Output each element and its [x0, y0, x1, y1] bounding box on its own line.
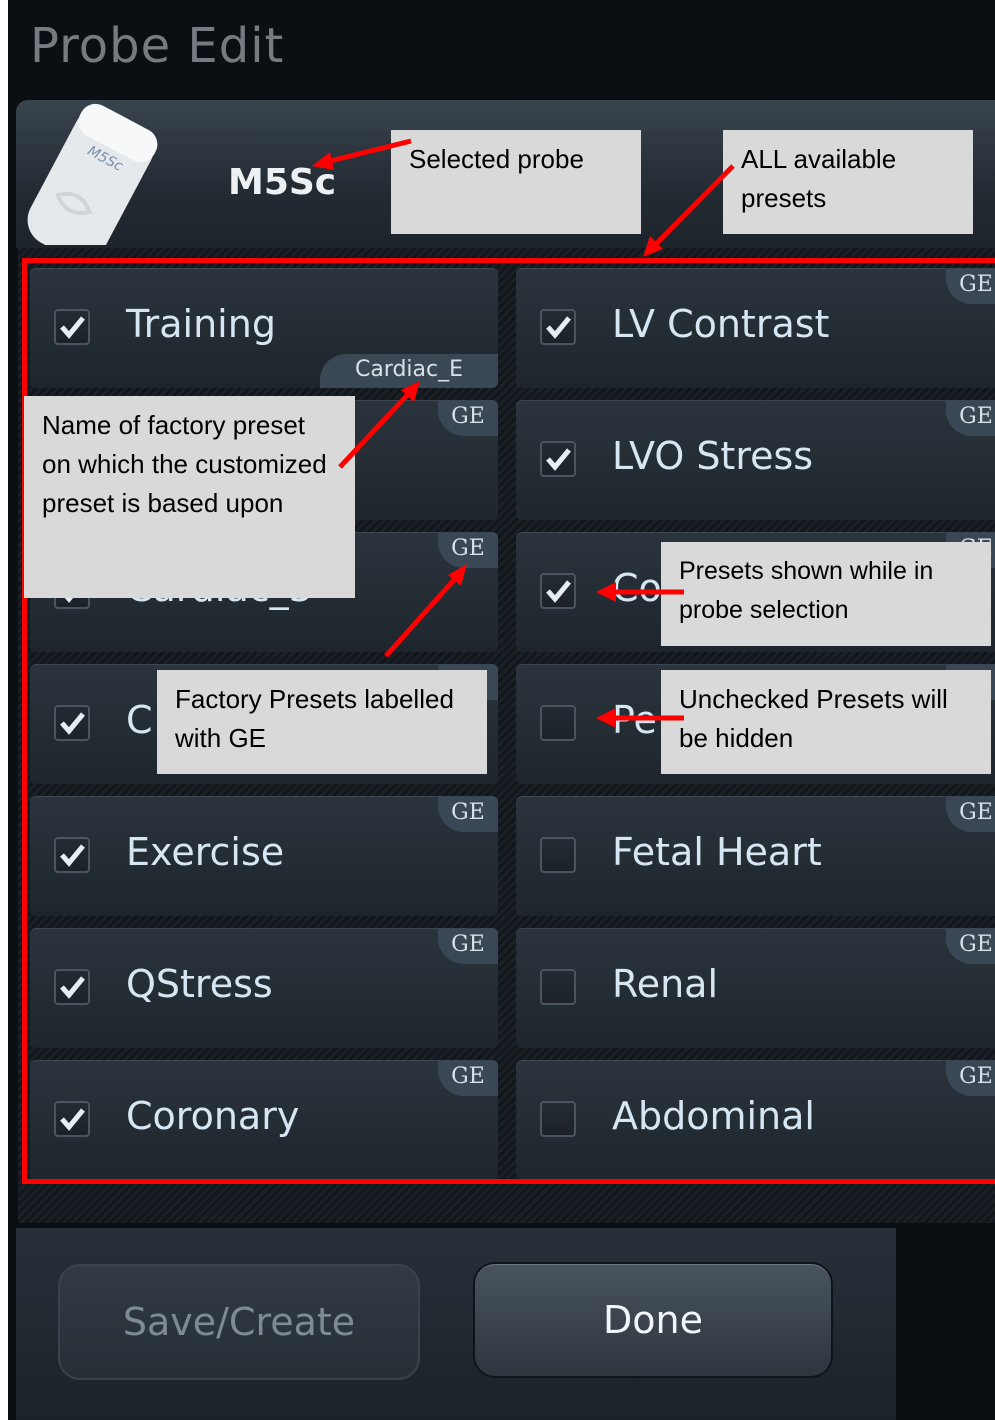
- callout-factory-ge: Factory Presets labelled with GE: [157, 670, 487, 774]
- done-button[interactable]: Done: [473, 1262, 833, 1378]
- callout-factory-name: Name of factory preset on which the cust…: [24, 396, 355, 598]
- selected-probe-name: M5Sc: [228, 162, 337, 203]
- save-create-button[interactable]: Save/Create: [58, 1264, 420, 1380]
- callout-unchecked: Unchecked Presets will be hidden: [661, 670, 991, 774]
- window-title: Probe Edit: [30, 18, 285, 74]
- probe-icon: M5Sc: [27, 103, 158, 245]
- callout-all-presets: ALL available presets: [723, 130, 973, 234]
- callout-selected-probe: Selected probe: [391, 130, 641, 234]
- callout-shown-presets: Presets shown while in probe selection: [661, 542, 991, 646]
